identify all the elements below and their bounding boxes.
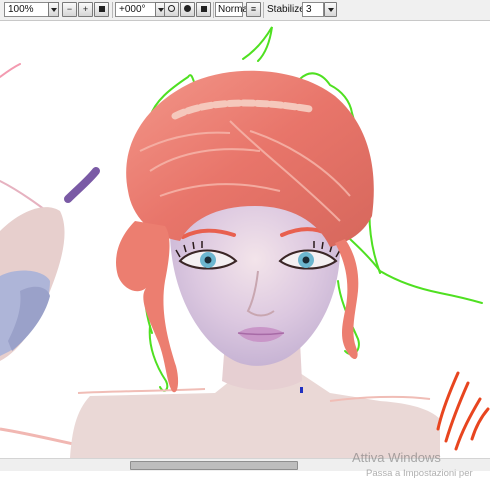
zoom-dropdown-icon[interactable]	[48, 2, 59, 17]
left-strokes	[0, 63, 100, 222]
flip-horizontal-icon[interactable]: ≡	[246, 2, 261, 17]
toolbar-separator	[213, 2, 214, 18]
left-hair-curl	[115, 221, 179, 393]
stabilizer-dropdown-icon[interactable]	[324, 2, 337, 17]
rotation-value: +000°	[119, 4, 146, 15]
stabilizer-value: 3	[306, 4, 312, 15]
red-sketch	[436, 371, 490, 451]
toolbar-separator	[112, 2, 113, 18]
zoom-in-icon[interactable]: +	[78, 2, 93, 17]
rotation-field[interactable]: +000°	[115, 2, 157, 17]
zoom-field[interactable]: 100%	[4, 2, 50, 17]
blend-mode-field[interactable]: Normal	[215, 2, 250, 17]
activation-watermark-subtitle: Passa a Impostazioni per	[366, 468, 473, 479]
blue-dot	[300, 387, 303, 393]
zoom-reset-icon[interactable]	[94, 2, 109, 17]
scrollbar-thumb[interactable]	[130, 461, 298, 470]
zoom-value: 100%	[8, 4, 34, 15]
rotate-reset-icon[interactable]	[196, 2, 211, 17]
artwork	[0, 26, 490, 458]
rotate-left-icon[interactable]	[164, 2, 179, 17]
activation-watermark-title: Attiva Windows	[352, 450, 441, 465]
rotate-right-icon[interactable]	[180, 2, 195, 17]
stabilizer-field[interactable]: 3	[302, 2, 324, 17]
drawing-canvas[interactable]	[0, 21, 490, 458]
toolbar-separator	[263, 2, 264, 18]
zoom-out-icon[interactable]: −	[62, 2, 77, 17]
toolbar: 100% − + +000° Normal ≡ Stabilizer 3	[0, 0, 490, 21]
left-pink-line	[0, 427, 79, 447]
